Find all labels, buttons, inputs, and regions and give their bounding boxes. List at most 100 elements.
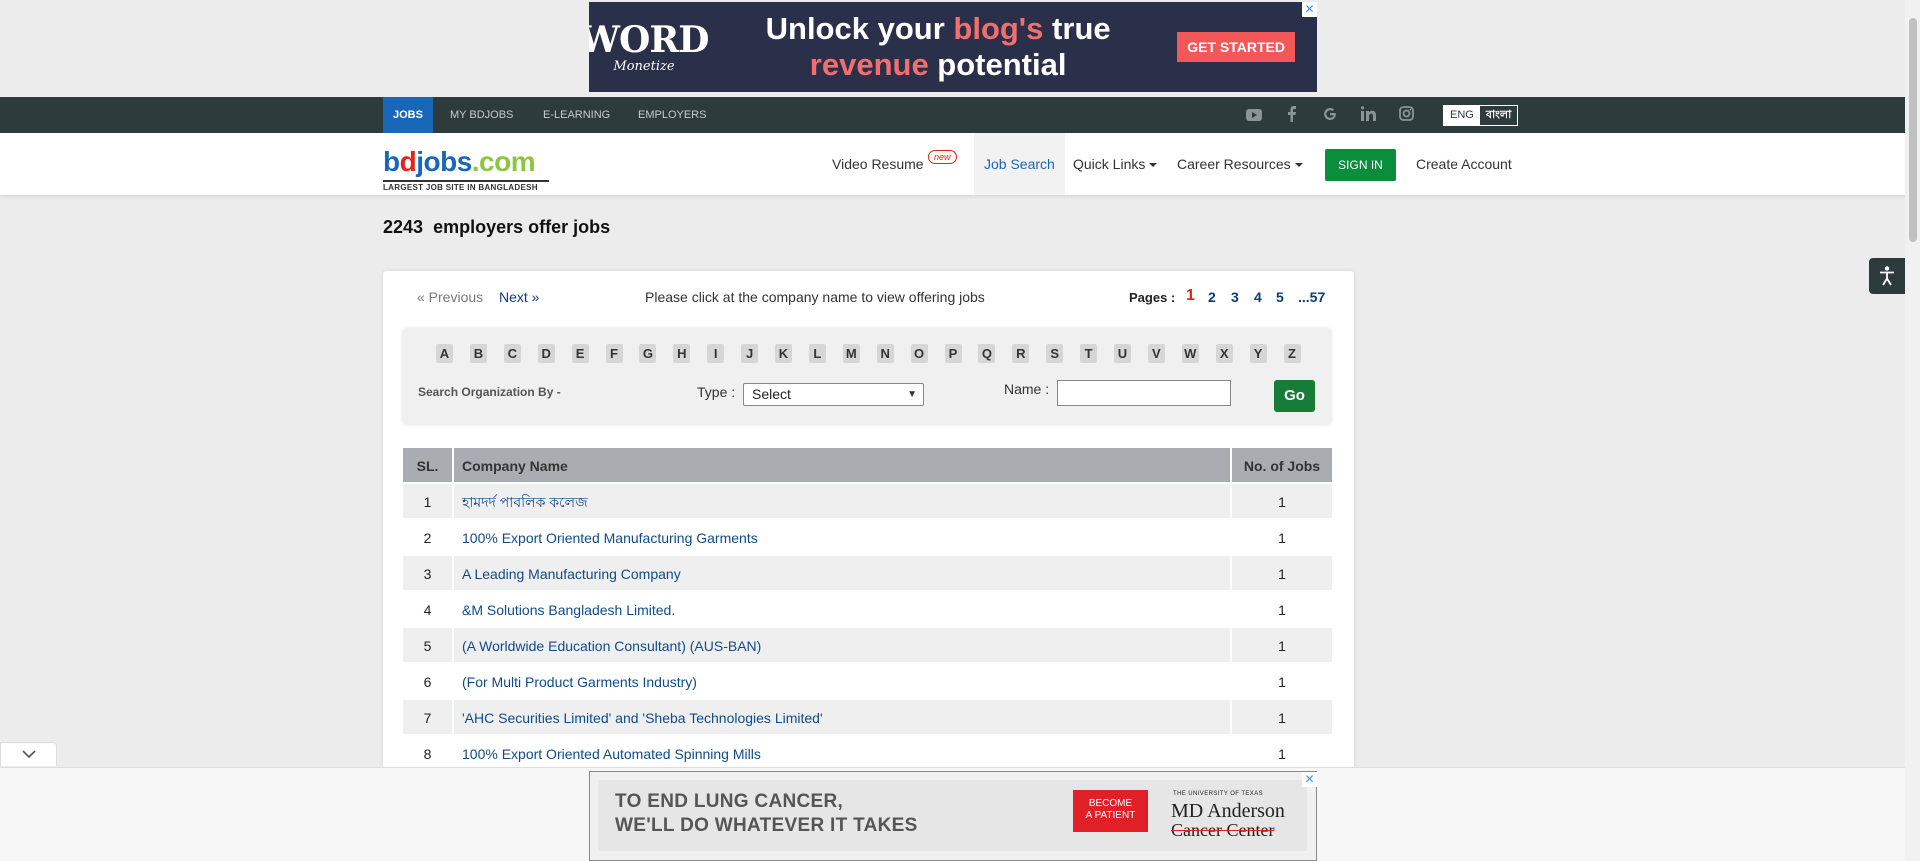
company-link[interactable]: &M Solutions Bangladesh Limited. xyxy=(462,602,675,618)
new-badge: new xyxy=(928,150,957,164)
previous-link[interactable]: « Previous xyxy=(417,289,483,305)
top-nav-bar: JOBS MY BDJOBS E-LEARNING EMPLOYERS ENG … xyxy=(0,97,1920,133)
letter-filter-j[interactable]: J xyxy=(741,344,759,363)
ad-close-icon[interactable]: ✕ xyxy=(1302,2,1317,17)
company-link[interactable]: হামদর্দ পাবলিক কলেজ xyxy=(462,494,588,510)
chevron-down-icon xyxy=(1294,163,1303,168)
ad-close-icon[interactable]: ✕ xyxy=(1302,772,1317,787)
letter-filter-d[interactable]: D xyxy=(537,344,555,363)
nav-jobs[interactable]: JOBS xyxy=(383,97,433,133)
chevron-down-icon: ▼ xyxy=(907,389,917,400)
company-link[interactable]: 100% Export Oriented Manufacturing Garme… xyxy=(462,530,758,546)
instagram-icon[interactable] xyxy=(1397,106,1415,124)
letter-filter-h[interactable]: H xyxy=(673,344,691,363)
letter-filter-o[interactable]: O xyxy=(910,344,928,363)
letter-filter-r[interactable]: R xyxy=(1012,344,1030,363)
name-search-input[interactable] xyxy=(1057,380,1231,406)
company-link[interactable]: A Leading Manufacturing Company xyxy=(462,566,681,582)
page-title: 2243 employers offer jobs xyxy=(383,217,611,237)
nav-job-search[interactable]: Job Search xyxy=(974,133,1065,195)
nav-career-resources[interactable]: Career Resources xyxy=(1177,133,1303,195)
row-sl: 5 xyxy=(403,628,454,662)
scrollbar-thumb[interactable] xyxy=(1909,18,1917,242)
wordmonetize-logo: WORD Monetize xyxy=(589,18,709,74)
row-company-cell: 'AHC Securities Limited' and 'Sheba Tech… xyxy=(454,700,1232,734)
letter-filter-x[interactable]: X xyxy=(1215,344,1233,363)
letter-filter-e[interactable]: E xyxy=(571,344,589,363)
nav-quick-links[interactable]: Quick Links xyxy=(1073,133,1158,195)
letter-filter-q[interactable]: Q xyxy=(978,344,996,363)
row-jobs-count: 1 xyxy=(1232,520,1332,554)
main-header: bdjobs.com LARGEST JOB SITE IN BANGLADES… xyxy=(0,133,1920,195)
letter-filter-i[interactable]: I xyxy=(707,344,725,363)
letter-filter-u[interactable]: U xyxy=(1114,344,1131,363)
row-company-cell: &M Solutions Bangladesh Limited. xyxy=(454,592,1232,626)
page-1[interactable]: 1 xyxy=(1186,287,1195,305)
create-account-link[interactable]: Create Account xyxy=(1416,133,1512,195)
linkedin-icon[interactable] xyxy=(1359,106,1377,124)
row-jobs-count: 1 xyxy=(1232,628,1332,662)
become-a-patient-button[interactable]: BECOME A PATIENT xyxy=(1073,790,1148,832)
letter-filter-c[interactable]: C xyxy=(503,344,521,363)
letter-filter-a[interactable]: A xyxy=(436,344,453,363)
md-anderson-logo-caption: THE UNIVERSITY OF TEXAS xyxy=(1173,791,1263,797)
instruction-text: Please click at the company name to view… xyxy=(645,289,985,305)
page-3[interactable]: 3 xyxy=(1231,289,1239,305)
table-row: 7 'AHC Securities Limited' and 'Sheba Tec… xyxy=(403,700,1332,736)
page-scrollbar[interactable] xyxy=(1905,0,1920,861)
go-button[interactable]: Go xyxy=(1274,380,1315,412)
letter-filter-g[interactable]: G xyxy=(639,344,657,363)
nav-e-learning[interactable]: E-LEARNING xyxy=(543,97,610,133)
nav-my-bdjobs[interactable]: MY BDJOBS xyxy=(450,97,513,133)
letter-filter-t[interactable]: T xyxy=(1080,344,1098,363)
nav-video-resume[interactable]: Video Resume xyxy=(832,133,924,195)
next-link[interactable]: Next » xyxy=(499,289,539,305)
row-company-cell: 100% Export Oriented Manufacturing Garme… xyxy=(454,520,1232,554)
google-icon[interactable] xyxy=(1321,106,1339,124)
type-select[interactable]: Select ▼ xyxy=(743,383,924,406)
page-5[interactable]: 5 xyxy=(1276,289,1284,305)
letter-filter-s[interactable]: S xyxy=(1046,344,1064,363)
page-4[interactable]: 4 xyxy=(1254,289,1262,305)
sign-in-button[interactable]: SIGN IN xyxy=(1325,149,1396,181)
company-link[interactable]: 100% Export Oriented Automated Spinning … xyxy=(462,746,761,762)
ad-headline: Unlock your blog's true revenue potentia… xyxy=(765,11,1111,82)
collapse-ad-chevron-icon[interactable] xyxy=(0,742,57,766)
letter-filter-l[interactable]: L xyxy=(808,344,826,363)
row-sl: 1 xyxy=(403,484,454,518)
accessibility-icon[interactable] xyxy=(1869,258,1905,294)
facebook-icon[interactable] xyxy=(1283,106,1301,124)
letter-filter-f[interactable]: F xyxy=(605,344,623,363)
letter-filter-w[interactable]: W xyxy=(1181,344,1199,363)
company-link[interactable]: (A Worldwide Education Consultant) (AUS-… xyxy=(462,638,761,654)
get-started-button[interactable]: GET STARTED xyxy=(1177,32,1295,62)
table-row: 4 &M Solutions Bangladesh Limited. 1 xyxy=(403,592,1332,628)
letter-filter-v[interactable]: V xyxy=(1147,344,1165,363)
letter-filter-y[interactable]: Y xyxy=(1249,344,1267,363)
top-banner-ad[interactable]: WORD Monetize Unlock your blog's true re… xyxy=(589,2,1317,92)
letter-filter-n[interactable]: N xyxy=(876,344,894,363)
nav-employers[interactable]: EMPLOYERS xyxy=(638,97,706,133)
table-row: 6 (For Multi Product Garments Industry) 1 xyxy=(403,664,1332,700)
page-2[interactable]: 2 xyxy=(1208,289,1216,305)
bdjobs-logo[interactable]: bdjobs.com LARGEST JOB SITE IN BANGLADES… xyxy=(383,144,549,192)
col-company-name[interactable]: Company Name xyxy=(454,448,1232,482)
letter-filter-z[interactable]: Z xyxy=(1283,344,1301,363)
bottom-banner-ad[interactable]: TO END LUNG CANCER, WE'LL DO WHATEVER IT… xyxy=(589,771,1317,861)
lang-bangla[interactable]: বাংলা xyxy=(1480,106,1517,125)
letter-filter-p[interactable]: P xyxy=(944,344,962,363)
letter-filter-b[interactable]: B xyxy=(469,344,487,363)
page-last[interactable]: ...57 xyxy=(1298,289,1325,305)
row-jobs-count: 1 xyxy=(1232,664,1332,698)
lang-eng[interactable]: ENG xyxy=(1444,106,1480,125)
youtube-icon[interactable] xyxy=(1245,106,1263,124)
language-switch[interactable]: ENG বাংলা xyxy=(1443,105,1519,126)
company-link[interactable]: (For Multi Product Garments Industry) xyxy=(462,674,697,690)
letter-filter-k[interactable]: K xyxy=(775,344,792,363)
letter-filter-m[interactable]: M xyxy=(842,344,860,363)
col-no-of-jobs[interactable]: No. of Jobs xyxy=(1232,448,1332,482)
company-link[interactable]: 'AHC Securities Limited' and 'Sheba Tech… xyxy=(462,710,823,726)
search-by-label: Search Organization By - xyxy=(418,385,561,399)
row-jobs-count: 1 xyxy=(1232,700,1332,734)
row-jobs-count: 1 xyxy=(1232,484,1332,518)
